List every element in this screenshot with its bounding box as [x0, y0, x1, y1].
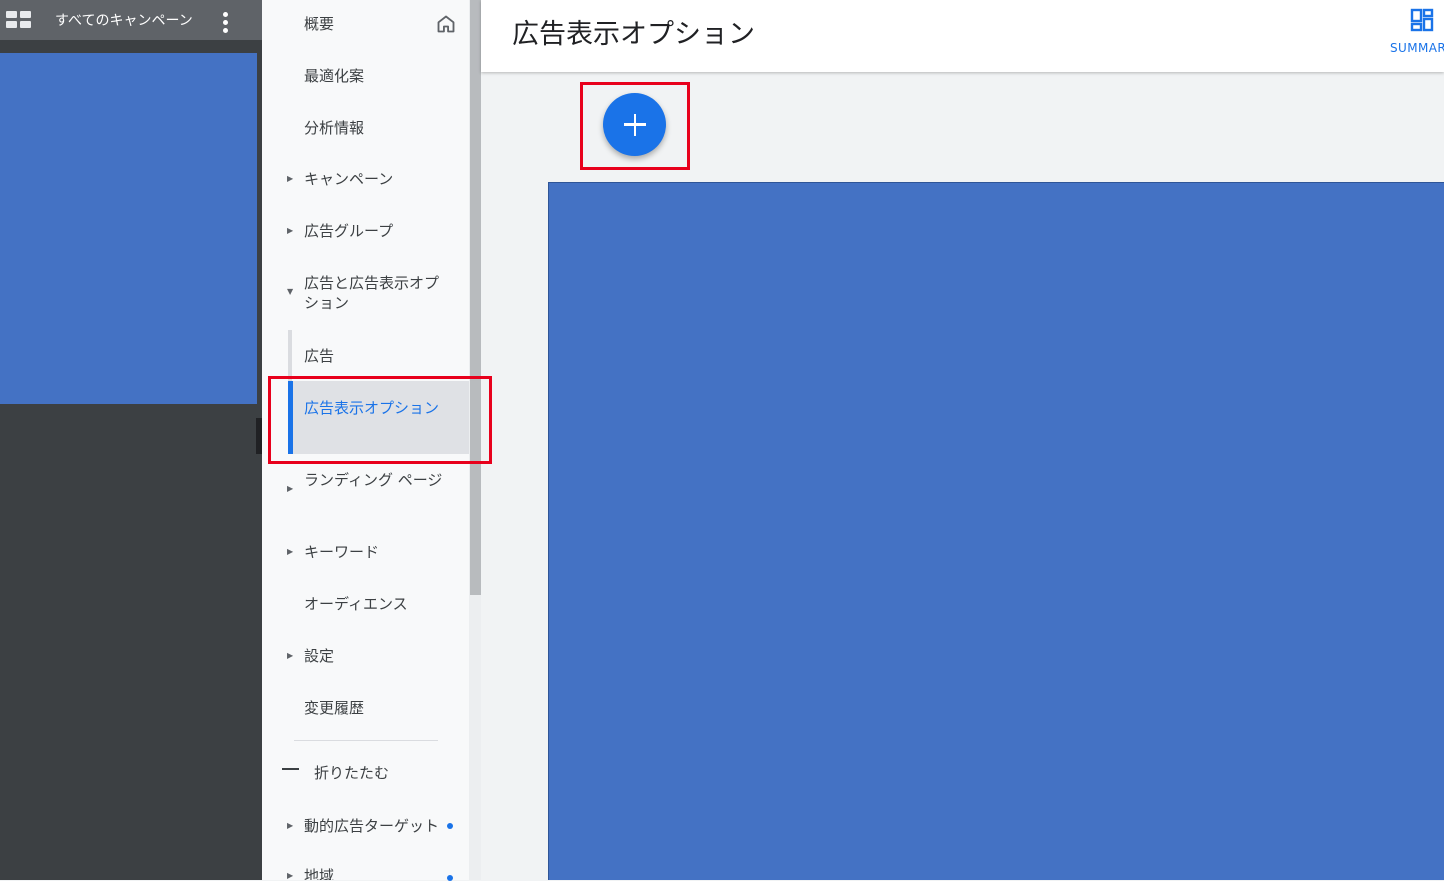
nav-item-overview[interactable]: 概要	[262, 14, 469, 38]
account-panel: すべてのキャンペーン	[0, 0, 262, 880]
account-title[interactable]: すべてのキャンペーン	[55, 10, 193, 30]
caret-right-icon: ▶	[287, 821, 294, 830]
nav-subitem-ads[interactable]: 広告	[262, 346, 469, 370]
nav-item-campaigns[interactable]: ▶ キャンペーン	[262, 169, 469, 193]
nav-item-label: 広告	[304, 347, 335, 365]
caret-right-icon: ▶	[287, 484, 294, 493]
nav-scrollbar-thumb[interactable]	[470, 0, 481, 595]
nav-item-label: 変更履歴	[304, 699, 365, 717]
home-icon	[437, 15, 455, 33]
nav-item-collapse[interactable]: 折りたたむ	[262, 763, 469, 787]
new-badge-dot	[447, 875, 453, 881]
nav-item-label: キーワード	[304, 543, 380, 561]
nav-divider	[294, 740, 438, 741]
nav-item-keywords[interactable]: ▶ キーワード	[262, 542, 469, 566]
caret-right-icon: ▶	[287, 651, 294, 660]
caret-right-icon: ▶	[287, 871, 294, 880]
nav-item-label: 広告表示オプション	[304, 399, 440, 417]
nav-item-label: 動的広告ターゲット	[304, 817, 440, 835]
nav-item-label: 設定	[304, 647, 335, 665]
summary-button-label[interactable]: SUMMARY	[1390, 41, 1444, 55]
nav-item-label: 地域	[304, 867, 335, 880]
nav-item-recommendations[interactable]: 最適化案	[262, 66, 469, 90]
nav-item-label: 分析情報	[304, 119, 365, 137]
page-title: 広告表示オプション	[512, 19, 755, 50]
nav-item-label: 最適化案	[304, 67, 365, 85]
caret-right-icon: ▶	[287, 174, 294, 183]
highlight-box-ad-extensions	[268, 376, 492, 464]
nav-item-label: 広告グループ	[304, 222, 394, 240]
caret-right-icon: ▶	[287, 547, 294, 556]
account-tree-area	[0, 53, 257, 404]
dashboard-icon[interactable]	[1410, 8, 1434, 32]
page-header: 広告表示オプション SUMMARY	[481, 0, 1444, 72]
new-badge-dot	[447, 823, 453, 829]
nav-item-landing-pages[interactable]: ▶ ランディング ページ	[262, 470, 469, 514]
nav-item-label: 広告と広告表示オプション	[304, 274, 440, 312]
nav-item-label: オーディエンス	[304, 595, 408, 613]
content-area	[548, 182, 1444, 880]
highlight-box-add-button	[580, 82, 690, 170]
caret-right-icon: ▶	[287, 226, 294, 235]
more-vert-icon[interactable]	[220, 12, 230, 34]
grid-icon[interactable]	[6, 11, 32, 29]
nav-item-label: ランディング ページ	[304, 471, 443, 489]
nav-item-label: 概要	[304, 15, 335, 33]
nav-item-ads-and-extensions[interactable]: ▼ 広告と広告表示オプション	[262, 273, 469, 317]
caret-down-icon: ▼	[287, 287, 294, 296]
nav-item-insights[interactable]: 分析情報	[262, 118, 469, 142]
nav-item-locations[interactable]: ▶ 地域	[262, 866, 469, 880]
minus-icon	[282, 768, 299, 770]
nav-item-label: 折りたたむ	[314, 764, 390, 782]
nav-item-audiences[interactable]: オーディエンス	[262, 594, 469, 618]
account-header: すべてのキャンペーン	[0, 0, 262, 40]
nav-item-settings[interactable]: ▶ 設定	[262, 646, 469, 670]
nav-item-label: キャンペーン	[304, 170, 394, 188]
nav-item-dynamic-ad-targets[interactable]: ▶ 動的広告ターゲット	[262, 816, 469, 840]
nav-item-change-history[interactable]: 変更履歴	[262, 698, 469, 722]
nav-item-ad-groups[interactable]: ▶ 広告グループ	[262, 221, 469, 245]
